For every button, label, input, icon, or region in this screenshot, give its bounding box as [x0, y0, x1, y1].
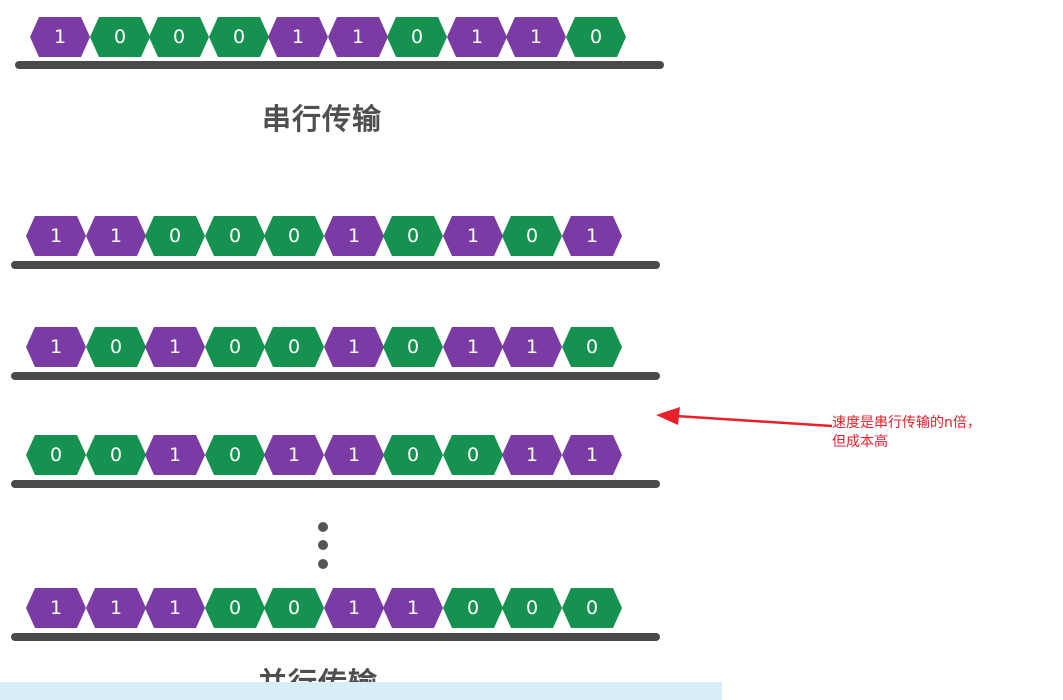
- bit-hexagon: 1: [447, 17, 507, 57]
- ellipsis-dot: [318, 559, 328, 569]
- bit-hexagon: 0: [443, 588, 503, 628]
- bit-hexagon: 0: [502, 588, 562, 628]
- bit-hexagon: 0: [502, 216, 562, 256]
- bit-hexagon: 0: [205, 327, 265, 367]
- bit-hexagon: 1: [145, 327, 205, 367]
- bit-hexagon: 1: [443, 216, 503, 256]
- bit-hexagon: 1: [562, 216, 622, 256]
- bit-hexagon: 0: [86, 327, 146, 367]
- bit-hexagon: 0: [387, 17, 447, 57]
- parallel-bit-row: 0010110011: [26, 435, 626, 475]
- bit-hexagon: 1: [562, 435, 622, 475]
- bit-hexagon: 1: [86, 588, 146, 628]
- bit-hexagon: 0: [264, 216, 324, 256]
- bit-hexagon: 0: [86, 435, 146, 475]
- bit-hexagon: 0: [90, 17, 150, 57]
- ellipsis-dot: [318, 540, 328, 550]
- bit-hexagon: 1: [502, 327, 562, 367]
- bit-hexagon: 1: [324, 327, 384, 367]
- bit-hexagon: 0: [264, 327, 324, 367]
- bit-hexagon: 0: [562, 588, 622, 628]
- bit-hexagon: 1: [324, 588, 384, 628]
- bit-hexagon: 1: [502, 435, 562, 475]
- bit-hexagon: 0: [205, 588, 265, 628]
- parallel-bit-row: 1010010110: [26, 327, 626, 367]
- parallel-wire: [11, 480, 660, 488]
- bit-hexagon: 0: [264, 588, 324, 628]
- bit-hexagon: 0: [566, 17, 626, 57]
- bit-hexagon: 0: [145, 216, 205, 256]
- annotation-line-2: 但成本高: [832, 434, 888, 450]
- speed-annotation: 速度是串行传输的n倍， 但成本高: [832, 414, 1032, 452]
- bit-hexagon: 1: [324, 435, 384, 475]
- bit-hexagon: 0: [562, 327, 622, 367]
- parallel-bit-row: 1110011000: [26, 588, 626, 628]
- transmission-diagram: 1000110110 串行传输 110001010110100101100010…: [0, 0, 1063, 700]
- bit-hexagon: 1: [268, 17, 328, 57]
- bit-hexagon: 0: [26, 435, 86, 475]
- bit-hexagon: 0: [205, 216, 265, 256]
- annotation-arrow-icon: [656, 407, 833, 428]
- bit-hexagon: 1: [26, 216, 86, 256]
- bit-hexagon: 1: [328, 17, 388, 57]
- bit-hexagon: 1: [443, 327, 503, 367]
- parallel-wire: [11, 372, 660, 380]
- parallel-bit-row: 1100010101: [26, 216, 626, 256]
- ellipsis-dot: [318, 522, 328, 532]
- bit-hexagon: 0: [149, 17, 209, 57]
- bit-hexagon: 1: [86, 216, 146, 256]
- serial-wire: [15, 61, 664, 69]
- bottom-watermark-band: [0, 682, 722, 700]
- serial-bit-row: 1000110110: [30, 17, 630, 57]
- bit-hexagon: 1: [264, 435, 324, 475]
- bit-hexagon: 0: [209, 17, 269, 57]
- bit-hexagon: 1: [30, 17, 90, 57]
- parallel-wire: [11, 633, 660, 641]
- bit-hexagon: 0: [383, 435, 443, 475]
- bit-hexagon: 1: [506, 17, 566, 57]
- bit-hexagon: 0: [383, 216, 443, 256]
- bit-hexagon: 1: [26, 327, 86, 367]
- bit-hexagon: 1: [145, 588, 205, 628]
- bit-hexagon: 0: [443, 435, 503, 475]
- bit-hexagon: 0: [205, 435, 265, 475]
- serial-title: 串行传输: [262, 102, 383, 136]
- parallel-wire: [11, 261, 660, 269]
- bit-hexagon: 1: [145, 435, 205, 475]
- bit-hexagon: 1: [26, 588, 86, 628]
- bit-hexagon: 1: [383, 588, 443, 628]
- bit-hexagon: 1: [324, 216, 384, 256]
- bit-hexagon: 0: [383, 327, 443, 367]
- annotation-line-1: 速度是串行传输的n倍，: [832, 415, 981, 431]
